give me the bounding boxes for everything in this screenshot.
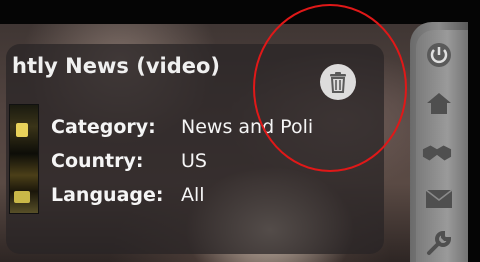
country-row: Country: US [51,150,207,172]
home-icon [427,93,451,114]
language-label: Language: [51,184,164,206]
channel-thumbnail[interactable] [9,104,39,214]
sidebar-item-home[interactable] [424,88,454,118]
sidebar-item-mail[interactable] [424,184,454,214]
language-row: Language: All [51,184,205,206]
top-bar [0,0,480,24]
wrench-icon [427,230,452,255]
category-label: Category: [51,116,156,138]
country-label: Country: [51,150,144,172]
sidebar-item-partners[interactable] [422,138,452,168]
power-icon [427,43,451,67]
language-value: All [181,184,205,206]
right-edge [468,0,480,262]
highlight-circle [253,4,407,172]
sidebar-item-settings[interactable] [424,228,454,258]
mail-icon [425,189,453,208]
sidebar-item-power[interactable] [424,40,454,70]
handshake-icon [422,145,452,161]
country-value: US [181,150,207,172]
